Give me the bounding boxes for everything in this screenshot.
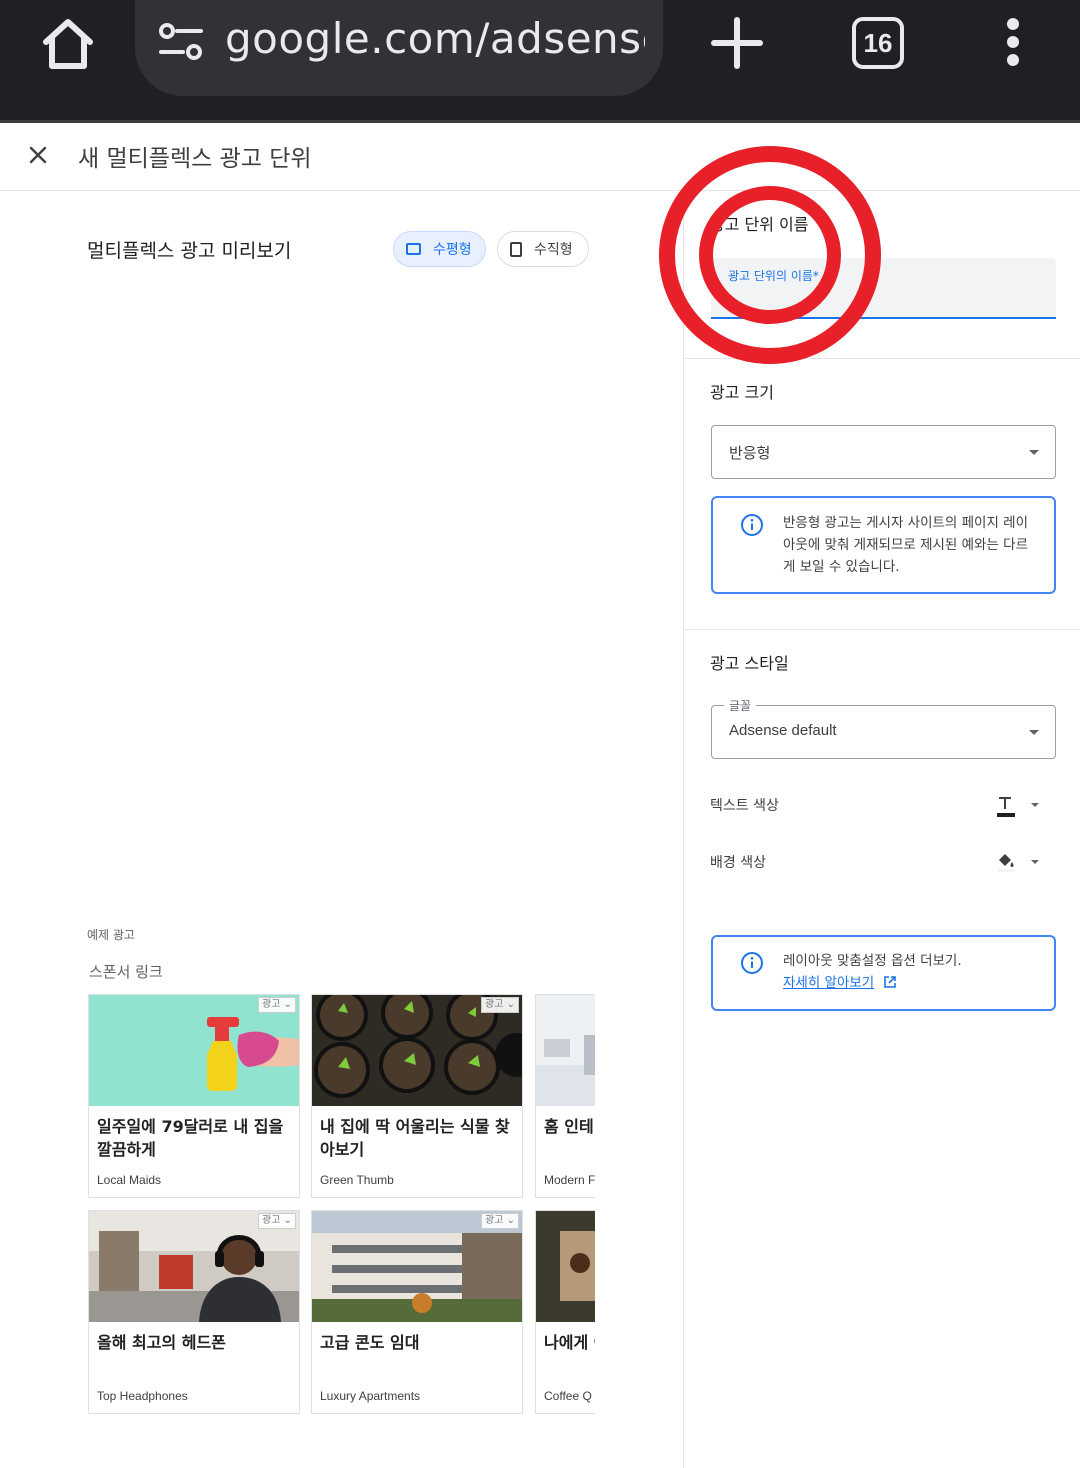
text-color-icon[interactable]	[995, 795, 1017, 817]
ad-card-advertiser: Top Headphones	[97, 1389, 188, 1403]
ad-card-advertiser: Coffee Q	[544, 1389, 592, 1403]
ad-size-select[interactable]: 반응형	[711, 425, 1056, 479]
text-color-dropdown-icon[interactable]	[1031, 803, 1039, 807]
ad-card[interactable]: 광고 ⌄ 고급 콘도 임대 Luxury Apartments	[311, 1210, 523, 1414]
ad-card[interactable]: 나에게 어울릴 Coffee Q	[535, 1210, 595, 1414]
home-icon[interactable]	[38, 14, 98, 74]
ad-card-advertiser: Modern F	[544, 1173, 595, 1187]
close-icon[interactable]	[26, 143, 50, 167]
ad-card-title: 내 집에 딱 어울리는 식물 찾아보기	[320, 1117, 510, 1159]
ad-card[interactable]: 광고 ⌄ 올해 최고의 헤드폰 Top Headphones	[88, 1210, 300, 1414]
font-select[interactable]: 글꼴 Adsense default	[711, 697, 1056, 759]
fill-color-icon[interactable]	[995, 850, 1017, 872]
page-title: 새 멀티플렉스 광고 단위	[78, 146, 312, 172]
panel-divider	[683, 191, 684, 1468]
address-bar[interactable]: google.com/adsense	[135, 0, 663, 96]
info-icon	[741, 514, 763, 536]
ad-card[interactable]: 광고 ⌄ 일주일에 79달러로 내 집을 깔끔하게 Local Maids	[88, 994, 300, 1198]
background-color-label: 배경 색상	[710, 855, 766, 871]
dropdown-arrow-icon	[1029, 450, 1039, 455]
ad-badge[interactable]: 광고 ⌄	[258, 1213, 296, 1229]
toggle-horizontal-label: 수평형	[433, 242, 472, 258]
ad-image-interior	[536, 995, 595, 1106]
tab-switcher-button[interactable]: 16	[852, 17, 904, 69]
responsive-info-box: 반응형 광고는 게시자 사이트의 페이지 레이아웃에 맞춰 게재되므로 제시된 …	[711, 496, 1056, 594]
ad-card[interactable]: 광고 ⌄ 내 집에 딱 어울리는 식물 찾아보기 Green Thumb	[311, 994, 523, 1198]
ad-card-title: 고급 콘도 임대	[320, 1333, 420, 1352]
ad-card-title: 나에게 어울릴	[544, 1333, 595, 1352]
ad-card-advertiser: Luxury Apartments	[320, 1389, 421, 1403]
layout-info-text: 레이아웃 맞춤설정 옵션 더보기.	[783, 953, 962, 969]
ad-card-title: 홈 인테 70%	[544, 1117, 595, 1136]
toggle-vertical-label: 수직형	[534, 242, 573, 258]
ad-image-coffee	[536, 1211, 595, 1322]
toggle-horizontal[interactable]: 수평형	[393, 231, 486, 267]
ad-size-value: 반응형	[729, 445, 771, 462]
background-color-dropdown-icon[interactable]	[1031, 860, 1039, 864]
site-settings-icon[interactable]	[157, 22, 205, 62]
ad-card-advertiser: Green Thumb	[320, 1173, 394, 1187]
ad-unit-name-placeholder: 광고 단위의 이름*	[728, 269, 819, 283]
page-header: 새 멀티플렉스 광고 단위	[0, 123, 1080, 191]
info-icon	[741, 952, 763, 974]
more-vert-icon[interactable]	[998, 14, 1028, 74]
ad-style-label: 광고 스타일	[710, 654, 789, 673]
ad-card[interactable]: 홈 인테 70% Modern F	[535, 994, 595, 1198]
section-divider	[684, 358, 1080, 359]
open-in-new-icon[interactable]	[883, 975, 897, 989]
ad-card-advertiser: Local Maids	[97, 1173, 162, 1187]
plus-icon[interactable]	[710, 16, 764, 70]
ad-badge[interactable]: 광고 ⌄	[481, 1213, 519, 1229]
sponsored-label: 스폰서 링크	[89, 963, 163, 981]
font-value: Adsense default	[729, 722, 837, 739]
ad-unit-name-label: 광고 단위 이름	[710, 215, 809, 234]
ad-unit-name-input[interactable]: 광고 단위의 이름*	[711, 258, 1056, 319]
font-label: 글꼴	[724, 697, 757, 714]
text-color-label: 텍스트 색상	[710, 798, 779, 814]
layout-info-box: 레이아웃 맞춤설정 옵션 더보기. 자세히 알아보기	[711, 935, 1056, 1011]
preview-title: 멀티플렉스 광고 미리보기	[87, 240, 292, 262]
dropdown-arrow-icon	[1029, 730, 1039, 735]
example-ad-label: 예제 광고	[87, 928, 135, 942]
learn-more-link[interactable]: 자세히 알아보기	[783, 975, 874, 991]
horizontal-layout-icon	[406, 243, 421, 255]
ad-card-grid: 광고 ⌄ 일주일에 79달러로 내 집을 깔끔하게 Local Maids 광고…	[88, 994, 595, 1414]
ad-card-title: 일주일에 79달러로 내 집을 깔끔하게	[97, 1117, 284, 1159]
toggle-vertical[interactable]: 수직형	[497, 231, 589, 267]
browser-toolbar: google.com/adsense 16	[0, 0, 1080, 122]
url-text[interactable]: google.com/adsense	[225, 14, 645, 63]
responsive-info-text: 반응형 광고는 게시자 사이트의 페이지 레이아웃에 맞춰 게재되므로 제시된 …	[783, 515, 1029, 575]
section-divider	[684, 629, 1080, 630]
vertical-layout-icon	[510, 241, 522, 257]
ad-badge[interactable]: 광고 ⌄	[258, 997, 296, 1013]
ad-card-title: 올해 최고의 헤드폰	[97, 1333, 226, 1352]
ad-badge[interactable]: 광고 ⌄	[481, 997, 519, 1013]
ad-size-label: 광고 크기	[710, 383, 774, 402]
